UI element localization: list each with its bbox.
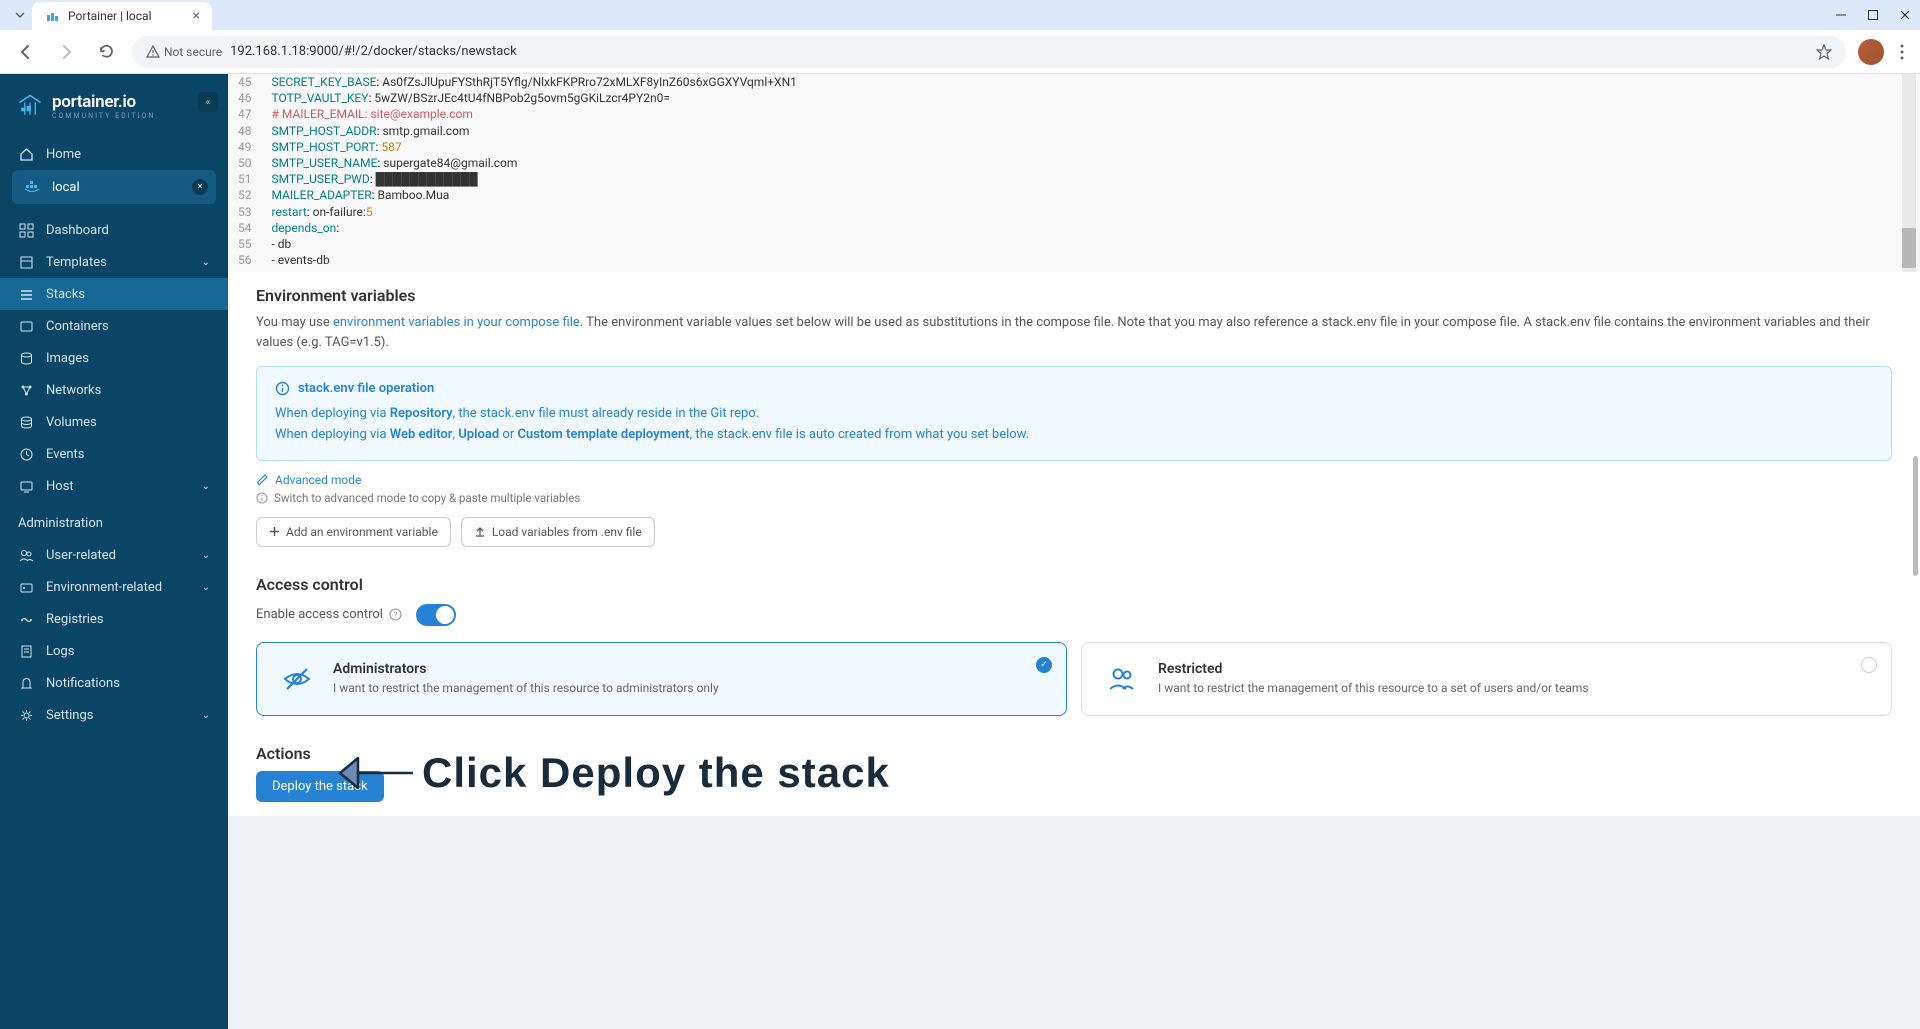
portainer-logo-icon xyxy=(16,92,44,120)
security-indicator[interactable]: Not secure xyxy=(146,45,222,59)
svg-text:?: ? xyxy=(394,611,398,620)
nav-icon xyxy=(18,222,34,238)
actions-section-title: Actions xyxy=(256,744,1892,763)
nav-item-volumes[interactable]: Volumes xyxy=(0,406,228,438)
nav-icon xyxy=(18,611,34,627)
browser-menu-icon[interactable] xyxy=(1896,40,1908,64)
upload-icon xyxy=(474,526,486,538)
nav-admin-environment-related[interactable]: Environment-related⌄ xyxy=(0,571,228,603)
nav-item-events[interactable]: Events xyxy=(0,438,228,470)
window-minimize-icon[interactable] xyxy=(1834,8,1848,22)
nav-icon xyxy=(18,286,34,302)
access-toggle-label: Enable access control ? xyxy=(256,607,402,622)
bookmark-star-icon[interactable] xyxy=(1816,44,1832,60)
stackenv-info-alert: stack.env file operation When deploying … xyxy=(256,366,1892,461)
access-card-administrators[interactable]: Administrators I want to restrict the ma… xyxy=(256,642,1067,716)
access-section-title: Access control xyxy=(256,575,1892,594)
environment-badge[interactable]: local × xyxy=(12,170,216,204)
warning-icon xyxy=(146,45,160,59)
home-icon xyxy=(18,146,34,162)
url-text: 192.168.1.18:9000/#!/2/docker/stacks/new… xyxy=(230,44,1808,59)
nav-icon xyxy=(18,254,34,270)
access-card-restricted[interactable]: Restricted I want to restrict the manage… xyxy=(1081,642,1892,716)
deploy-stack-button[interactable]: Deploy the stack xyxy=(256,771,384,802)
advanced-mode-link[interactable]: Advanced mode xyxy=(256,473,1892,487)
compose-editor[interactable]: 454647484950515253545556 SECRET_KEY_BASE… xyxy=(228,74,1920,272)
advanced-mode-hint: Switch to advanced mode to copy & paste … xyxy=(256,491,1892,505)
nav-icon xyxy=(18,643,34,659)
chevron-down-icon: ⌄ xyxy=(202,710,210,721)
radio-unchecked-icon xyxy=(1861,657,1877,673)
sidebar: portainer.io COMMUNITY EDITION « Home lo… xyxy=(0,74,228,1029)
users-icon xyxy=(1104,661,1140,697)
nav-admin-registries[interactable]: Registries xyxy=(0,603,228,635)
env-help-text: You may use environment variables in you… xyxy=(256,313,1892,352)
sidebar-collapse-button[interactable]: « xyxy=(198,92,218,112)
tab-title: Portainer | local xyxy=(68,9,152,23)
nav-admin-logs[interactable]: Logs xyxy=(0,635,228,667)
url-bar[interactable]: Not secure 192.168.1.18:9000/#!/2/docker… xyxy=(132,36,1846,68)
check-icon: ✓ xyxy=(1036,657,1052,673)
window-controls xyxy=(1834,8,1912,22)
env-section-title: Environment variables xyxy=(256,286,1892,305)
nav-item-images[interactable]: Images xyxy=(0,342,228,374)
nav-forward-button[interactable] xyxy=(52,38,80,66)
edit-icon xyxy=(256,473,269,486)
nav-icon xyxy=(18,446,34,462)
docker-icon xyxy=(24,178,42,196)
nav-admin-notifications[interactable]: Notifications xyxy=(0,667,228,699)
nav-item-dashboard[interactable]: Dashboard xyxy=(0,214,228,246)
sidebar-logo: portainer.io COMMUNITY EDITION « xyxy=(0,88,228,138)
nav-icon xyxy=(18,318,34,334)
nav-admin-user-related[interactable]: User-related⌄ xyxy=(0,539,228,571)
nav-back-button[interactable] xyxy=(12,38,40,66)
code-body[interactable]: SECRET_KEY_BASE: As0fZsJlUpuFYSthRjT5Yfl… xyxy=(262,74,1920,272)
nav-item-networks[interactable]: Networks xyxy=(0,374,228,406)
nav-icon xyxy=(18,350,34,366)
window-close-icon[interactable] xyxy=(1898,8,1912,22)
chevron-down-icon: ⌄ xyxy=(202,481,210,492)
page-scrollbar[interactable] xyxy=(1913,456,1918,576)
editor-scrollbar[interactable] xyxy=(1902,74,1916,272)
portainer-favicon-icon xyxy=(44,8,60,24)
chevron-down-icon: ⌄ xyxy=(202,582,210,593)
code-gutter: 454647484950515253545556 xyxy=(228,74,262,272)
chevron-down-icon: ⌄ xyxy=(202,550,210,561)
access-control-toggle[interactable] xyxy=(416,604,456,626)
nav-icon xyxy=(18,707,34,723)
env-help-link[interactable]: environment variables in your compose fi… xyxy=(333,315,580,330)
browser-tab-bar: Portainer | local × xyxy=(0,0,1920,30)
admin-section-title: Administration xyxy=(0,502,228,539)
plus-icon xyxy=(269,526,280,537)
nav-item-stacks[interactable]: Stacks xyxy=(0,278,228,310)
env-close-icon[interactable]: × xyxy=(192,179,208,195)
nav-home[interactable]: Home xyxy=(0,138,228,170)
profile-avatar[interactable] xyxy=(1858,39,1884,65)
browser-toolbar: Not secure 192.168.1.18:9000/#!/2/docker… xyxy=(0,30,1920,74)
add-env-var-button[interactable]: Add an environment variable xyxy=(256,517,451,547)
window-maximize-icon[interactable] xyxy=(1866,8,1880,22)
load-env-file-button[interactable]: Load variables from .env file xyxy=(461,517,655,547)
nav-item-templates[interactable]: Templates⌄ xyxy=(0,246,228,278)
nav-icon xyxy=(18,478,34,494)
nav-item-host[interactable]: Host⌄ xyxy=(0,470,228,502)
eye-off-icon xyxy=(279,661,315,697)
tab-close-icon[interactable]: × xyxy=(193,8,200,24)
info-icon xyxy=(275,381,290,396)
help-icon[interactable]: ? xyxy=(389,608,402,621)
tab-dropdown[interactable] xyxy=(8,3,32,27)
nav-reload-button[interactable] xyxy=(92,38,120,66)
chevron-down-icon: ⌄ xyxy=(202,257,210,268)
info-small-icon xyxy=(256,492,268,504)
nav-admin-settings[interactable]: Settings⌄ xyxy=(0,699,228,731)
nav-icon xyxy=(18,382,34,398)
nav-icon xyxy=(18,547,34,563)
nav-icon xyxy=(18,414,34,430)
main-content: 454647484950515253545556 SECRET_KEY_BASE… xyxy=(228,74,1920,1029)
nav-icon xyxy=(18,579,34,595)
browser-tab[interactable]: Portainer | local × xyxy=(32,2,212,30)
nav-item-containers[interactable]: Containers xyxy=(0,310,228,342)
nav-icon xyxy=(18,675,34,691)
